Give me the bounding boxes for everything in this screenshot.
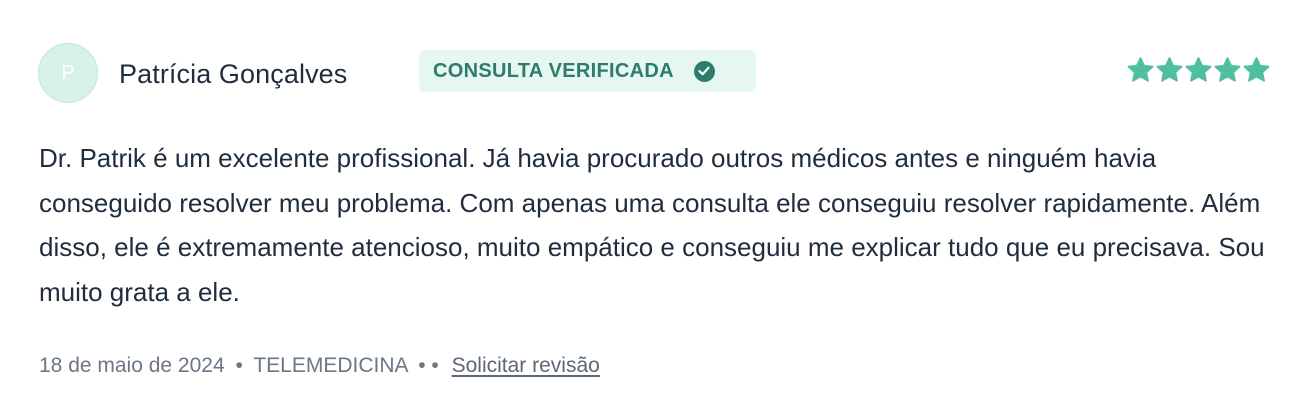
- review-text: Dr. Patrik é um excelente profissional. …: [39, 143, 1265, 307]
- star-icon: [1214, 57, 1241, 82]
- star-icon: [1156, 57, 1183, 82]
- verified-badge-label: CONSULTA VERIFICADA: [433, 59, 674, 82]
- verified-badge: CONSULTA VERIFICADA: [419, 50, 756, 92]
- request-review-link[interactable]: Solicitar revisão: [452, 354, 600, 377]
- meta-separator-double: • •: [418, 354, 439, 377]
- consultation-type: TELEMEDICINA: [253, 354, 408, 377]
- star-icon: [1243, 57, 1270, 82]
- avatar: P: [38, 43, 98, 103]
- star-icon: [1127, 57, 1154, 82]
- star-icon: [1185, 57, 1212, 82]
- star-rating: [1126, 56, 1271, 84]
- reviewer-name: Patrícia Gonçalves: [119, 59, 348, 89]
- avatar-initial: P: [61, 61, 75, 84]
- check-circle-icon: [693, 60, 715, 82]
- review-card: P Patrícia Gonçalves CONSULTA VERIFICADA…: [0, 0, 1312, 416]
- review-meta: 18 de maio de 2024 • TELEMEDICINA • • So…: [39, 352, 600, 380]
- review-date: 18 de maio de 2024: [39, 354, 225, 377]
- meta-separator: •: [235, 354, 243, 377]
